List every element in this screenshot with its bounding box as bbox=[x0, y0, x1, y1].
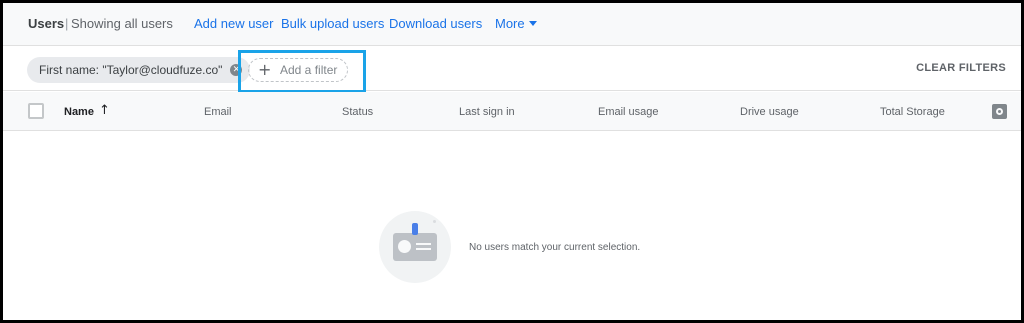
id-card-face bbox=[398, 240, 411, 253]
plus-icon: + bbox=[258, 60, 272, 79]
id-card-icon bbox=[393, 233, 437, 261]
empty-state-illustration bbox=[379, 211, 451, 283]
title-separator: | bbox=[65, 16, 69, 31]
column-header-status[interactable]: Status bbox=[342, 106, 373, 118]
arrow-up-icon[interactable]: ↑ bbox=[99, 103, 110, 118]
add-filter-button[interactable]: + Add a filter bbox=[248, 58, 348, 82]
column-header-email-usage[interactable]: Email usage bbox=[598, 106, 659, 118]
column-header-total-storage[interactable]: Total Storage bbox=[880, 106, 945, 118]
more-menu-button[interactable]: More bbox=[495, 16, 525, 31]
top-bar: Users | Showing all users Add new user B… bbox=[3, 3, 1021, 46]
users-page: Users | Showing all users Add new user B… bbox=[0, 0, 1024, 323]
id-card-clip bbox=[412, 223, 418, 235]
add-filter-label: Add a filter bbox=[280, 63, 338, 77]
add-new-user-link[interactable]: Add new user bbox=[194, 16, 274, 31]
filter-chip-first-name[interactable]: First name: "Taylor@cloudfuze.co" ✕ bbox=[27, 57, 251, 83]
caret-down-icon[interactable] bbox=[529, 21, 537, 26]
column-header-email[interactable]: Email bbox=[204, 106, 232, 118]
gear-icon[interactable] bbox=[992, 104, 1007, 119]
select-all-checkbox[interactable] bbox=[28, 103, 44, 119]
bulk-upload-users-link[interactable]: Bulk upload users bbox=[281, 16, 384, 31]
page-subtitle: Showing all users bbox=[71, 16, 173, 31]
sparkle-dot bbox=[433, 220, 436, 223]
empty-state-message: No users match your current selection. bbox=[469, 242, 641, 253]
filter-bar: First name: "Taylor@cloudfuze.co" ✕ + Ad… bbox=[3, 47, 1021, 93]
column-header-last-sign-in[interactable]: Last sign in bbox=[459, 106, 515, 118]
id-card-line bbox=[416, 243, 431, 245]
clear-filters-button[interactable]: CLEAR FILTERS bbox=[916, 62, 1006, 74]
column-header-name[interactable]: Name bbox=[64, 106, 94, 118]
id-card-line bbox=[416, 248, 431, 250]
download-users-link[interactable]: Download users bbox=[389, 16, 482, 31]
table-header: Name ↑ Email Status Last sign in Email u… bbox=[3, 92, 1021, 131]
page-title: Users bbox=[28, 16, 65, 31]
filter-chip-label: First name: "Taylor@cloudfuze.co" bbox=[39, 63, 223, 77]
column-header-drive-usage[interactable]: Drive usage bbox=[740, 106, 799, 118]
